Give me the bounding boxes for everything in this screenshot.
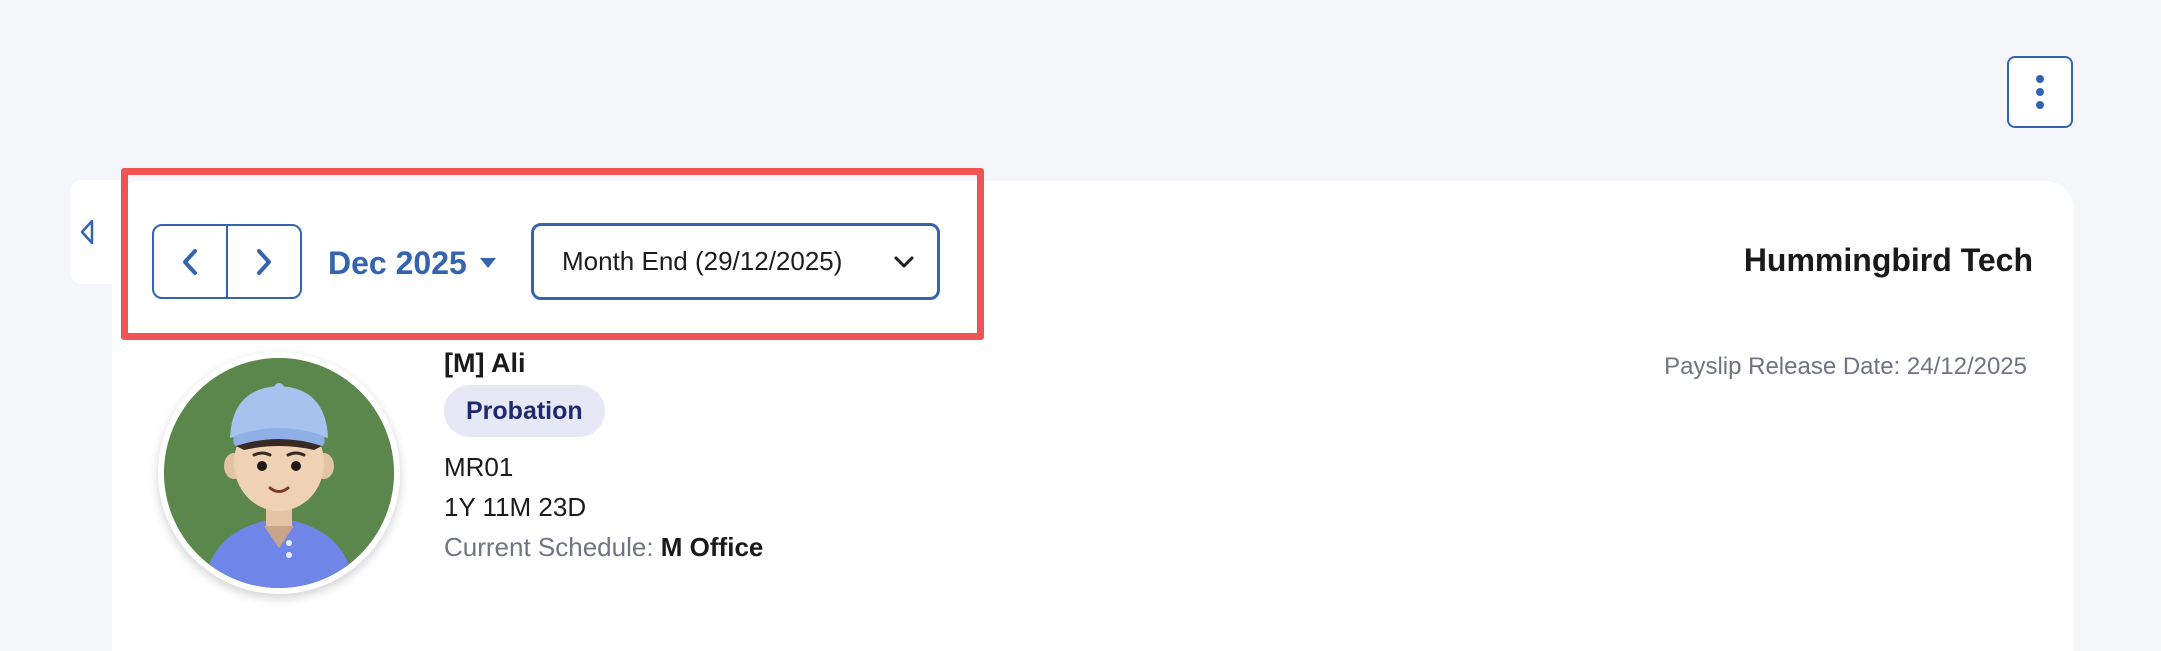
status-badge: Probation — [444, 385, 605, 437]
avatar-image — [164, 358, 394, 588]
more-options-button[interactable] — [2007, 56, 2073, 128]
collapse-left-icon — [80, 219, 94, 245]
company-name: Hummingbird Tech — [1743, 242, 2033, 278]
schedule-value: M Office — [660, 532, 764, 562]
vertical-dots-icon — [2036, 75, 2044, 109]
avatar — [158, 352, 400, 594]
schedule-label: Current Schedule: — [444, 532, 654, 562]
highlight-frame — [121, 168, 984, 340]
employee-tenure: 1Y 11M 23D — [444, 492, 587, 522]
payslip-release-date: Payslip Release Date: 24/12/2025 — [1664, 353, 2027, 380]
employee-code: MR01 — [444, 452, 514, 482]
employee-name: [M] Ali — [444, 348, 526, 378]
current-schedule: Current Schedule: M Office — [444, 532, 763, 563]
